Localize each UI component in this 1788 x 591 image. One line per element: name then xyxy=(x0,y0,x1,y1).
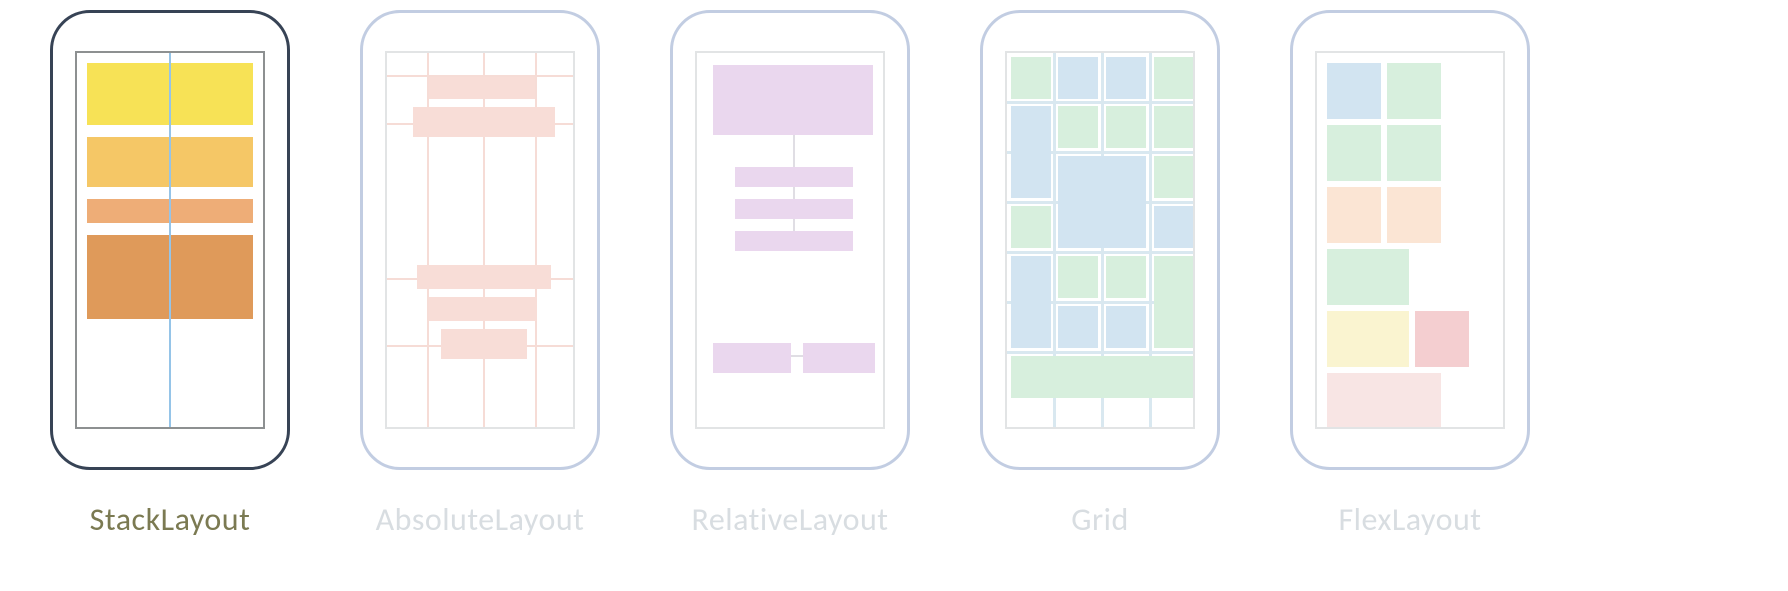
grid-cell xyxy=(1106,57,1146,99)
absolute-block xyxy=(429,77,535,99)
grid-cell xyxy=(1011,356,1194,398)
phone-screen xyxy=(1315,51,1505,429)
layout-option-absolute[interactable]: AbsoluteLayout xyxy=(360,10,600,581)
grid-cell xyxy=(1154,156,1194,198)
flex-block xyxy=(1387,187,1441,243)
flex-block xyxy=(1387,125,1441,181)
phone-frame xyxy=(360,10,600,470)
flex-block xyxy=(1327,63,1381,119)
phone-frame xyxy=(50,10,290,470)
phone-frame xyxy=(980,10,1220,470)
layout-label: RelativeLayout xyxy=(692,500,889,539)
alignment-guide-vertical xyxy=(169,53,171,427)
grid-cell xyxy=(1154,206,1194,248)
flex-block xyxy=(1387,63,1441,119)
grid-cell xyxy=(1106,256,1146,298)
grid-cell xyxy=(1154,256,1194,348)
absolute-block xyxy=(413,107,555,137)
grid-cell xyxy=(1154,57,1194,99)
absolute-block xyxy=(441,329,527,359)
absolute-block xyxy=(429,297,537,321)
grid-cell xyxy=(1058,57,1098,99)
grid-cell xyxy=(1011,256,1051,348)
flex-block xyxy=(1327,187,1381,243)
phone-screen xyxy=(695,51,885,429)
grid-cell xyxy=(1058,106,1098,148)
relative-block xyxy=(803,343,875,373)
connector-line xyxy=(793,135,795,167)
layout-label: AbsoluteLayout xyxy=(376,500,585,539)
flex-block xyxy=(1415,311,1469,367)
grid-cell xyxy=(1011,206,1051,248)
relative-block xyxy=(713,343,791,373)
flex-block xyxy=(1327,373,1441,429)
absolute-block xyxy=(417,265,551,289)
relative-block xyxy=(735,231,853,251)
connector-line xyxy=(791,355,803,357)
grid-cell xyxy=(1058,306,1098,348)
layout-label: StackLayout xyxy=(90,500,251,539)
grid-line xyxy=(1007,351,1193,354)
phone-frame xyxy=(1290,10,1530,470)
connector-line xyxy=(793,219,795,231)
flex-block xyxy=(1327,125,1381,181)
phone-frame xyxy=(670,10,910,470)
layout-label: Grid xyxy=(1071,500,1129,539)
flex-block xyxy=(1327,311,1409,367)
grid-cell xyxy=(1106,306,1146,348)
grid-cell xyxy=(1058,256,1098,298)
grid-cell xyxy=(1058,156,1146,248)
layout-option-grid[interactable]: Grid xyxy=(980,10,1220,581)
grid-line xyxy=(1007,251,1193,254)
relative-block xyxy=(713,65,873,135)
layout-option-relative[interactable]: RelativeLayout xyxy=(670,10,910,581)
flex-container xyxy=(1317,53,1503,429)
grid-cell xyxy=(1011,57,1051,99)
relative-block xyxy=(735,167,853,187)
flex-block xyxy=(1327,249,1409,305)
phone-screen xyxy=(1005,51,1195,429)
grid-cell xyxy=(1011,106,1051,198)
phone-screen xyxy=(75,51,265,429)
grid-cell xyxy=(1106,106,1146,148)
connector-line xyxy=(793,187,795,199)
phone-screen xyxy=(385,51,575,429)
grid-line xyxy=(1007,101,1193,104)
relative-block xyxy=(735,199,853,219)
layout-option-flex[interactable]: FlexLayout xyxy=(1290,10,1530,581)
grid-cell xyxy=(1154,106,1194,148)
layout-option-stack[interactable]: StackLayout xyxy=(50,10,290,581)
layout-label: FlexLayout xyxy=(1338,500,1481,539)
